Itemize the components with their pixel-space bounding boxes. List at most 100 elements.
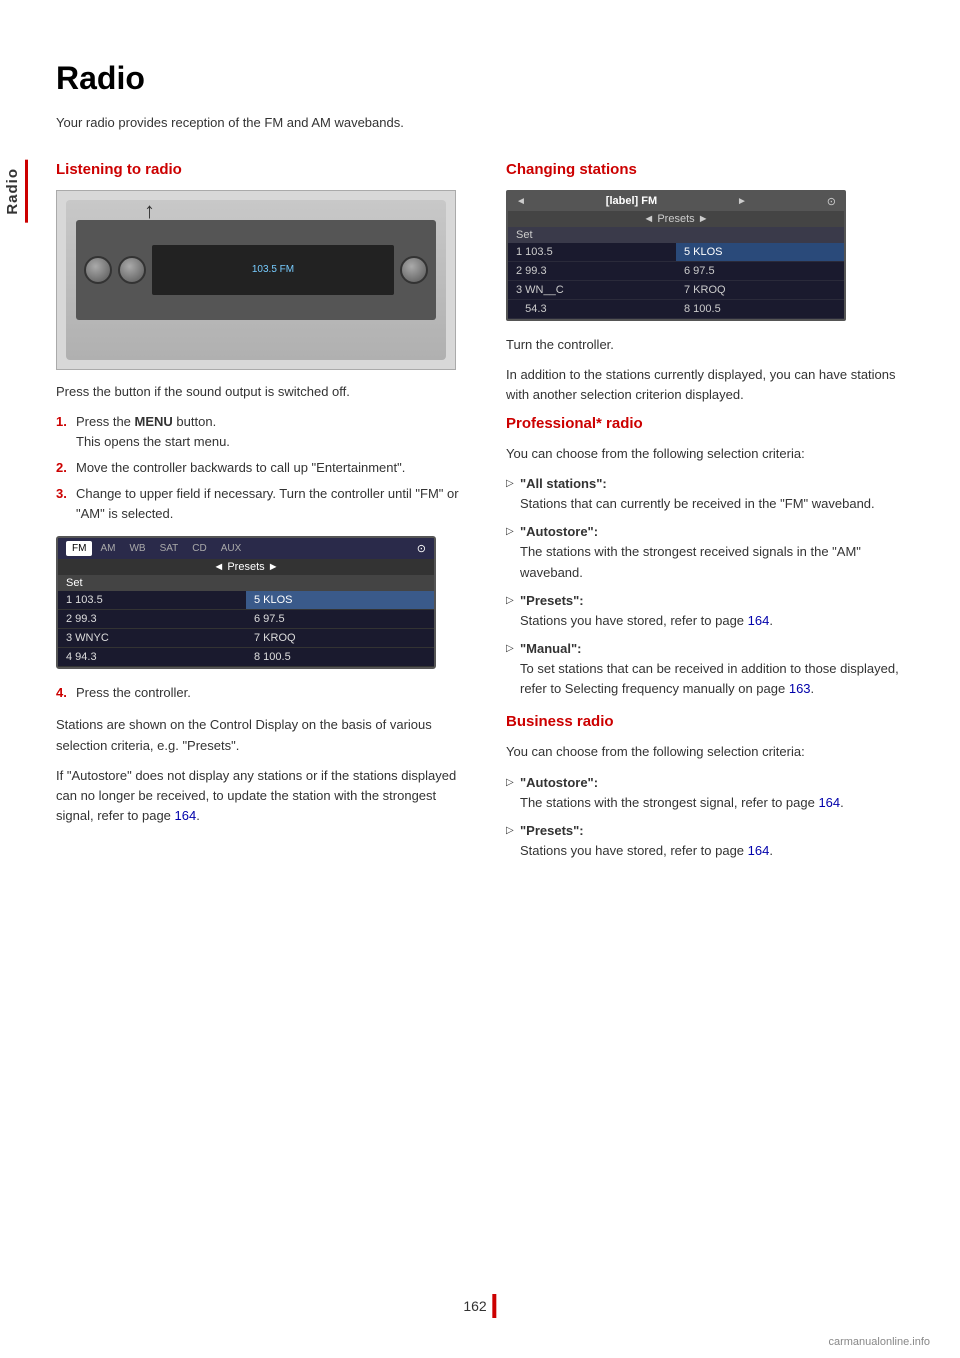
station-3: 3 WNYC bbox=[58, 629, 246, 648]
screen-1-icon: ⊙ bbox=[417, 542, 426, 555]
professional-bullet-4-body: To set stations that can be received in … bbox=[520, 661, 899, 696]
screen-2-arrow-left: ◄ bbox=[516, 196, 526, 207]
page-number: 162 bbox=[463, 1298, 486, 1314]
professional-bullet-2-body: The stations with the strongest received… bbox=[520, 544, 861, 579]
professional-bullet-1-title: "All stations": bbox=[520, 476, 607, 491]
step-4: 4. Press the controller. bbox=[56, 683, 476, 703]
side-tab-label: Radio bbox=[0, 160, 28, 223]
screen-2-arrow-right: ► bbox=[737, 196, 747, 207]
professional-bullet-1-body: Stations that can currently be received … bbox=[520, 496, 875, 511]
radio-panel: ↑ 103.5 FM bbox=[76, 220, 436, 320]
screen-1-header: FM AM WB SAT CD AUX ⊙ bbox=[58, 538, 434, 559]
business-intro: You can choose from the following select… bbox=[506, 742, 920, 762]
business-bullet-2-title: "Presets": bbox=[520, 823, 584, 838]
professional-bullet-4: "Manual": To set stations that can be re… bbox=[506, 639, 920, 699]
tab-am: AM bbox=[94, 541, 121, 556]
left-column: Listening to radio ↑ 103.5 FM bbox=[56, 161, 476, 876]
main-content: Radio Your radio provides reception of t… bbox=[36, 0, 960, 1358]
business-bullet-2: "Presets": Stations you have stored, ref… bbox=[506, 821, 920, 861]
step-1-content: Press the MENU button.This opens the sta… bbox=[76, 412, 476, 452]
radio-image-inner: ↑ 103.5 FM bbox=[66, 200, 446, 360]
s2-station-7: 7 KROQ bbox=[676, 281, 844, 300]
after-step4-para2: If "Autostore" does not display any stat… bbox=[56, 766, 476, 826]
side-tab: Radio bbox=[0, 0, 36, 1358]
step-2-num: 2. bbox=[56, 458, 72, 478]
professional-bullet-3-title: "Presets": bbox=[520, 593, 584, 608]
business-bullets: "Autostore": The stations with the stron… bbox=[506, 773, 920, 862]
screen-1-set: Set bbox=[58, 575, 434, 591]
link-164-3[interactable]: 164 bbox=[818, 795, 840, 810]
radio-knob-2 bbox=[118, 256, 146, 284]
business-bullet-1: "Autostore": The stations with the stron… bbox=[506, 773, 920, 813]
s2-station-3: 3 WN__C bbox=[508, 281, 676, 300]
business-bullet-1-title: "Autostore": bbox=[520, 775, 598, 790]
professional-bullet-1: "All stations": Stations that can curren… bbox=[506, 474, 920, 514]
changing-heading: Changing stations bbox=[506, 161, 920, 178]
screen-2: ◄ [label] FM ► ⊙ ◄ Presets ► Set 1 103.5… bbox=[506, 190, 846, 321]
professional-bullet-4-title: "Manual": bbox=[520, 641, 581, 656]
link-164-1[interactable]: 164 bbox=[175, 808, 197, 823]
screen-2-settings-icon: ⊙ bbox=[827, 195, 836, 208]
radio-image: ↑ 103.5 FM bbox=[56, 190, 456, 370]
professional-bullet-2: "Autostore": The stations with the stron… bbox=[506, 522, 920, 582]
business-bullet-1-body: The stations with the strongest signal, … bbox=[520, 795, 844, 810]
s2-station-5: 5 KLOS bbox=[676, 243, 844, 262]
step-1: 1. Press the MENU button.This opens the … bbox=[56, 412, 476, 452]
link-164-2[interactable]: 164 bbox=[748, 613, 770, 628]
page-title: Radio bbox=[56, 60, 920, 97]
step-4-num: 4. bbox=[56, 683, 72, 703]
watermark: carmanualonline.info bbox=[828, 1336, 930, 1348]
station-8: 8 100.5 bbox=[246, 648, 434, 667]
screen-1-presets: ◄ Presets ► bbox=[58, 559, 434, 575]
link-164-4[interactable]: 164 bbox=[748, 843, 770, 858]
radio-knob-3 bbox=[400, 256, 428, 284]
s2-station-4: 54.3 bbox=[508, 300, 676, 319]
screen-1-stations: 1 103.5 5 KLOS 2 99.3 6 97.5 3 WNYC 7 KR… bbox=[58, 591, 434, 667]
step-4-content: Press the controller. bbox=[76, 683, 476, 703]
step-3-num: 3. bbox=[56, 484, 72, 524]
screen-2-label: [label] FM bbox=[606, 195, 657, 207]
station-1: 1 103.5 bbox=[58, 591, 246, 610]
step-1-num: 1. bbox=[56, 412, 72, 452]
radio-display-text: 103.5 FM bbox=[252, 264, 294, 275]
step-2-content: Move the controller backwards to call up… bbox=[76, 458, 476, 478]
listening-heading: Listening to radio bbox=[56, 161, 476, 178]
s2-station-2: 2 99.3 bbox=[508, 262, 676, 281]
s2-station-8: 8 100.5 bbox=[676, 300, 844, 319]
s2-station-6: 6 97.5 bbox=[676, 262, 844, 281]
business-bullet-2-body: Stations you have stored, refer to page … bbox=[520, 843, 773, 858]
two-col-layout: Listening to radio ↑ 103.5 FM bbox=[56, 161, 920, 876]
professional-bullets: "All stations": Stations that can curren… bbox=[506, 474, 920, 699]
tab-sat: SAT bbox=[154, 541, 185, 556]
link-163[interactable]: 163 bbox=[789, 681, 811, 696]
page-footer: 162 bbox=[463, 1294, 496, 1318]
station-4: 4 94.3 bbox=[58, 648, 246, 667]
step-2: 2. Move the controller backwards to call… bbox=[56, 458, 476, 478]
tab-wb: WB bbox=[123, 541, 151, 556]
right-column: Changing stations ◄ [label] FM ► ⊙ ◄ Pre… bbox=[506, 161, 920, 876]
screen-2-grid: 1 103.5 5 KLOS 2 99.3 6 97.5 3 WN__C 7 K… bbox=[508, 243, 844, 319]
business-heading: Business radio bbox=[506, 713, 920, 730]
before-steps-text: Press the button if the sound output is … bbox=[56, 382, 476, 402]
steps-list-2: 4. Press the controller. bbox=[56, 683, 476, 703]
professional-intro: You can choose from the following select… bbox=[506, 444, 920, 464]
station-7: 7 KROQ bbox=[246, 629, 434, 648]
steps-list: 1. Press the MENU button.This opens the … bbox=[56, 412, 476, 525]
s2-station-1: 1 103.5 bbox=[508, 243, 676, 262]
tab-cd: CD bbox=[186, 541, 212, 556]
station-6: 6 97.5 bbox=[246, 610, 434, 629]
screen-1-tabs: FM AM WB SAT CD AUX bbox=[66, 541, 247, 556]
page-container: Radio Radio Your radio provides receptio… bbox=[0, 0, 960, 1358]
station-2: 2 99.3 bbox=[58, 610, 246, 629]
radio-arrow: ↑ bbox=[144, 198, 155, 224]
professional-heading: Professional* radio bbox=[506, 415, 920, 432]
page-bar bbox=[493, 1294, 497, 1318]
screen-2-set: Set bbox=[508, 227, 844, 243]
professional-bullet-3: "Presets": Stations you have stored, ref… bbox=[506, 591, 920, 631]
tab-aux: AUX bbox=[215, 541, 248, 556]
radio-knob-1 bbox=[84, 256, 112, 284]
after-step4-para1: Stations are shown on the Control Displa… bbox=[56, 715, 476, 755]
intro-text: Your radio provides reception of the FM … bbox=[56, 113, 476, 133]
tab-fm: FM bbox=[66, 541, 92, 556]
changing-instruction: Turn the controller. bbox=[506, 335, 920, 355]
